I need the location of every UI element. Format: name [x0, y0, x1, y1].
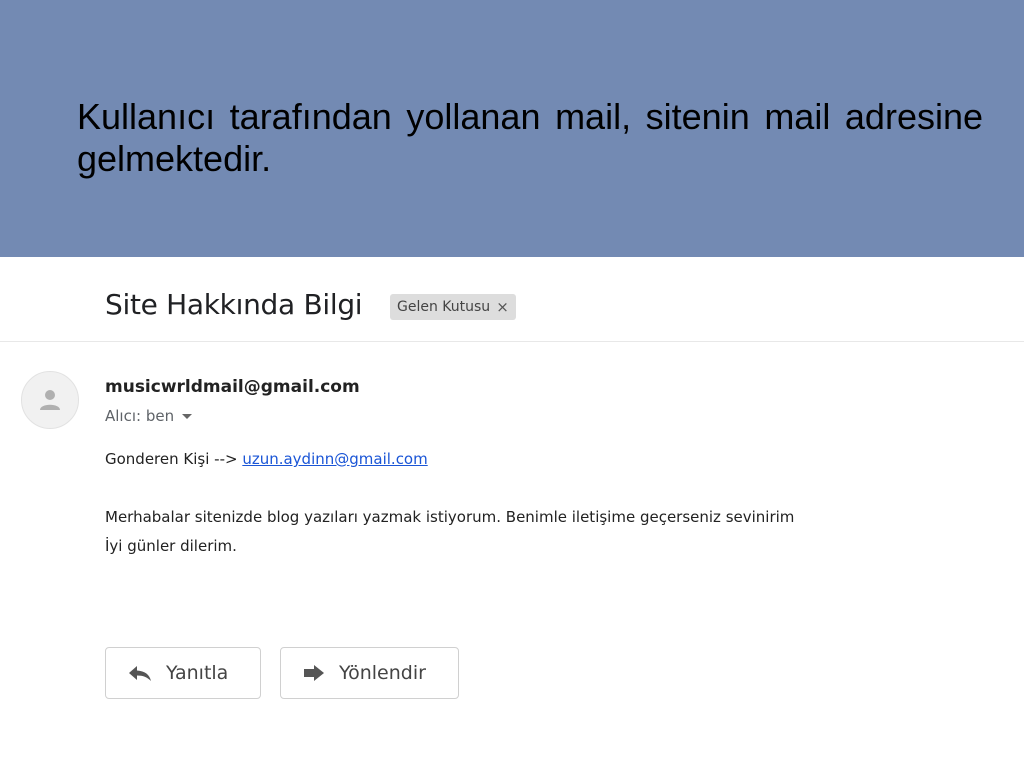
close-icon[interactable]: ×: [496, 298, 509, 316]
sender-avatar: [21, 371, 79, 429]
subject-row: Site Hakkında Bilgi Gelen Kutusu ×: [0, 257, 1024, 342]
email-view: Site Hakkında Bilgi Gelen Kutusu × music…: [0, 257, 1024, 768]
forward-label: Yönlendir: [339, 662, 426, 684]
inbox-label-chip[interactable]: Gelen Kutusu ×: [390, 294, 516, 320]
forward-button[interactable]: Yönlendir: [280, 647, 459, 699]
slide-header: Kullanıcı tarafından yollanan mail, site…: [0, 0, 1024, 257]
message-line-2: İyi günler dilerim.: [105, 537, 237, 555]
message-line-1: Merhabalar sitenizde blog yazıları yazma…: [105, 508, 795, 526]
forward-arrow-icon: [304, 665, 324, 681]
reply-label: Yanıtla: [166, 662, 229, 684]
sender-prefix: Gonderen Kişi -->: [105, 450, 238, 468]
recipient-text: Alıcı: ben: [105, 407, 175, 425]
slide-caption: Kullanıcı tarafından yollanan mail, site…: [77, 96, 983, 179]
reply-button[interactable]: Yanıtla: [105, 647, 261, 699]
person-icon: [40, 390, 60, 410]
reply-arrow-icon: [129, 666, 151, 681]
email-subject: Site Hakkında Bilgi: [105, 288, 363, 321]
caret-down-icon[interactable]: [182, 413, 193, 419]
sender-email: musicwrldmail@gmail.com: [105, 377, 360, 397]
body-sender-line: Gonderen Kişi --> uzun.aydinn@gmail.com: [105, 450, 428, 468]
recipient-line: Alıcı: ben: [105, 407, 193, 425]
inbox-label-text: Gelen Kutusu: [397, 299, 491, 315]
sender-email-link[interactable]: uzun.aydinn@gmail.com: [242, 450, 427, 468]
